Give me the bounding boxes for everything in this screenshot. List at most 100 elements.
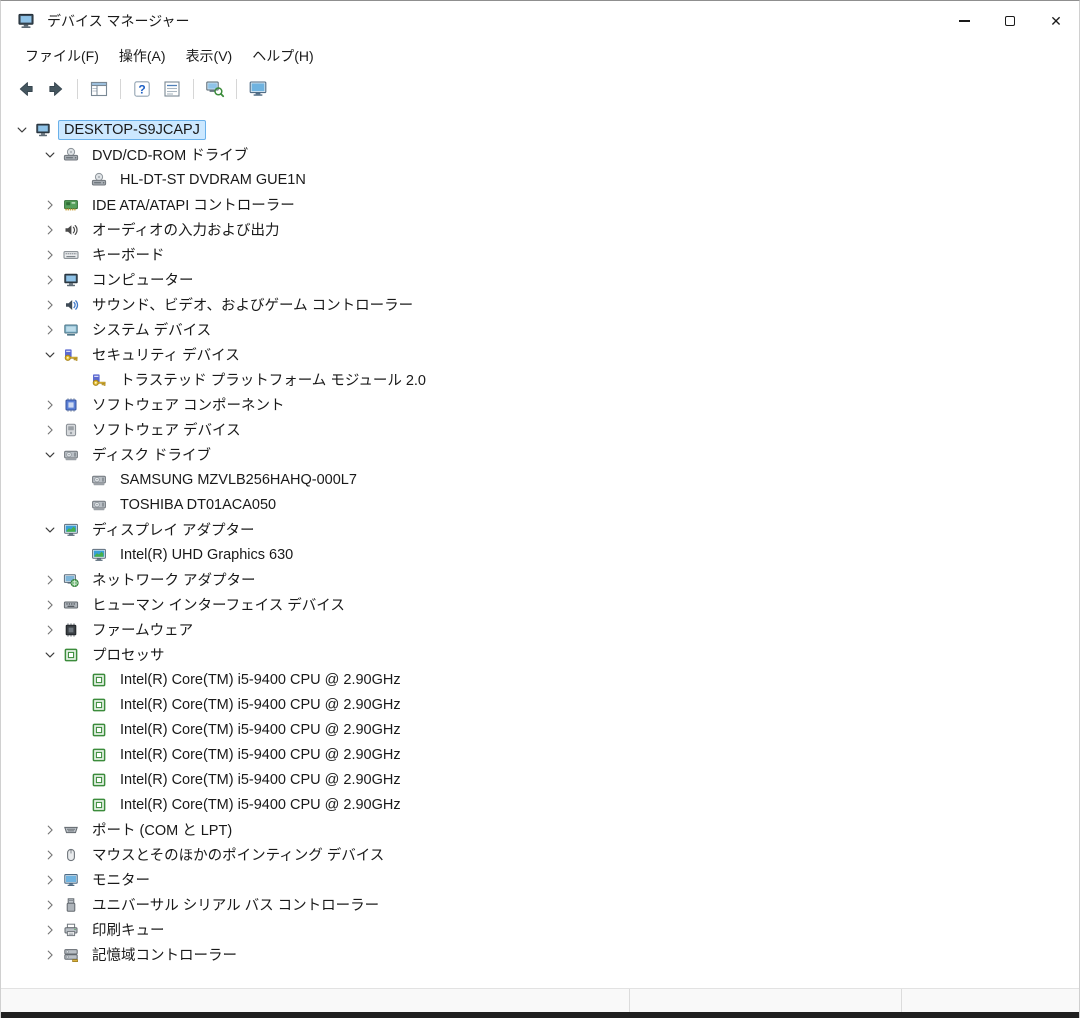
tree-row[interactable]: DESKTOP-S9JCAPJ <box>1 117 1079 142</box>
chevron-right-icon[interactable] <box>37 317 63 342</box>
tree-row[interactable]: モニター <box>1 867 1079 892</box>
back-button[interactable] <box>11 75 41 103</box>
chevron-spacer <box>65 717 91 742</box>
menu-file[interactable]: ファイル(F) <box>15 42 109 70</box>
scan-hardware-button[interactable] <box>200 75 230 103</box>
usb-icon <box>63 892 86 917</box>
tree-row[interactable]: オーディオの入力および出力 <box>1 217 1079 242</box>
tree-row[interactable]: ヒューマン インターフェイス デバイス <box>1 592 1079 617</box>
tree-row[interactable]: Intel(R) Core(TM) i5-9400 CPU @ 2.90GHz <box>1 767 1079 792</box>
tree-row[interactable]: SAMSUNG MZVLB256HAHQ-000L7 <box>1 467 1079 492</box>
chevron-right-icon[interactable] <box>37 617 63 642</box>
tree-node-label: HL-DT-ST DVDRAM GUE1N <box>114 170 312 190</box>
processor-icon <box>91 767 114 792</box>
tree-row[interactable]: システム デバイス <box>1 317 1079 342</box>
tree-node-label: ソフトウェア デバイス <box>86 417 247 442</box>
chevron-right-icon[interactable] <box>37 592 63 617</box>
tree-row[interactable]: Intel(R) Core(TM) i5-9400 CPU @ 2.90GHz <box>1 692 1079 717</box>
dvd-icon <box>63 142 86 167</box>
tree-row[interactable]: プロセッサ <box>1 642 1079 667</box>
titlebar: デバイス マネージャー ✕ <box>1 1 1079 41</box>
chevron-right-icon[interactable] <box>37 392 63 417</box>
close-button[interactable]: ✕ <box>1033 1 1079 41</box>
chevron-down-icon[interactable] <box>37 517 63 542</box>
chevron-down-icon[interactable] <box>9 117 35 142</box>
toolbar: ? <box>1 71 1079 107</box>
computer-view-button[interactable] <box>243 75 273 103</box>
tree-node-label: ディスプレイ アダプター <box>86 517 261 542</box>
chevron-right-icon[interactable] <box>37 942 63 967</box>
minimize-button[interactable] <box>941 1 987 41</box>
console-tree-button[interactable] <box>84 75 114 103</box>
statusbar-section-1 <box>1 989 629 1012</box>
menu-view[interactable]: 表示(V) <box>176 42 243 70</box>
chevron-spacer <box>65 542 91 567</box>
tree-row[interactable]: IDE ATA/ATAPI コントローラー <box>1 192 1079 217</box>
disk-icon <box>63 442 86 467</box>
chevron-spacer <box>65 692 91 717</box>
tree-node-label: ポート (COM と LPT) <box>86 817 238 842</box>
tree-row[interactable]: トラステッド プラットフォーム モジュール 2.0 <box>1 367 1079 392</box>
tree-row[interactable]: ソフトウェア デバイス <box>1 417 1079 442</box>
tree-row[interactable]: Intel(R) Core(TM) i5-9400 CPU @ 2.90GHz <box>1 742 1079 767</box>
maximize-button[interactable] <box>987 1 1033 41</box>
chevron-right-icon[interactable] <box>37 292 63 317</box>
tree-row[interactable]: DVD/CD-ROM ドライブ <box>1 142 1079 167</box>
computer-view-icon <box>248 79 268 99</box>
chevron-down-icon[interactable] <box>37 642 63 667</box>
tree-row[interactable]: 印刷キュー <box>1 917 1079 942</box>
tree-row[interactable]: Intel(R) UHD Graphics 630 <box>1 542 1079 567</box>
chevron-right-icon[interactable] <box>37 917 63 942</box>
chevron-right-icon[interactable] <box>37 567 63 592</box>
tree-row[interactable]: Intel(R) Core(TM) i5-9400 CPU @ 2.90GHz <box>1 717 1079 742</box>
tree-row[interactable]: Intel(R) Core(TM) i5-9400 CPU @ 2.90GHz <box>1 667 1079 692</box>
chevron-right-icon[interactable] <box>37 417 63 442</box>
tree-row[interactable]: キーボード <box>1 242 1079 267</box>
chevron-right-icon[interactable] <box>37 192 63 217</box>
tree-row[interactable]: ファームウェア <box>1 617 1079 642</box>
chevron-right-icon[interactable] <box>37 267 63 292</box>
tree-row[interactable]: ネットワーク アダプター <box>1 567 1079 592</box>
tree-row[interactable]: ソフトウェア コンポーネント <box>1 392 1079 417</box>
tree-row[interactable]: コンピューター <box>1 267 1079 292</box>
tree-row[interactable]: HL-DT-ST DVDRAM GUE1N <box>1 167 1079 192</box>
print-icon <box>63 917 86 942</box>
tree-node-label: SAMSUNG MZVLB256HAHQ-000L7 <box>114 470 363 490</box>
processor-icon <box>91 742 114 767</box>
chevron-right-icon[interactable] <box>37 867 63 892</box>
tree-node-label: オーディオの入力および出力 <box>86 217 285 242</box>
tree-node-label: Intel(R) Core(TM) i5-9400 CPU @ 2.90GHz <box>114 795 407 815</box>
menu-action[interactable]: 操作(A) <box>109 42 176 70</box>
help-button[interactable]: ? <box>127 75 157 103</box>
tree-node-label: キーボード <box>86 242 171 267</box>
tree-row[interactable]: ポート (COM と LPT) <box>1 817 1079 842</box>
tree-row[interactable]: サウンド、ビデオ、およびゲーム コントローラー <box>1 292 1079 317</box>
computer-icon <box>63 267 86 292</box>
tree-row[interactable]: ディスク ドライブ <box>1 442 1079 467</box>
tree-row[interactable]: マウスとそのほかのポインティング デバイス <box>1 842 1079 867</box>
chevron-down-icon[interactable] <box>37 442 63 467</box>
chevron-right-icon[interactable] <box>37 817 63 842</box>
tree-node-label: Intel(R) Core(TM) i5-9400 CPU @ 2.90GHz <box>114 695 407 715</box>
chevron-right-icon[interactable] <box>37 217 63 242</box>
chevron-down-icon[interactable] <box>37 142 63 167</box>
device-manager-window: デバイス マネージャー ✕ ファイル(F) 操作(A) 表示(V) ヘルプ(H)… <box>0 0 1080 1018</box>
menu-help[interactable]: ヘルプ(H) <box>242 42 323 70</box>
tree-row[interactable]: 記憶域コントローラー <box>1 942 1079 967</box>
properties-button[interactable] <box>157 75 187 103</box>
toolbar-separator <box>193 79 194 99</box>
tree-row[interactable]: Intel(R) Core(TM) i5-9400 CPU @ 2.90GHz <box>1 792 1079 817</box>
chevron-down-icon[interactable] <box>37 342 63 367</box>
tree-row[interactable]: ユニバーサル シリアル バス コントローラー <box>1 892 1079 917</box>
tree-node-label: ネットワーク アダプター <box>86 567 262 592</box>
tree-row[interactable]: セキュリティ デバイス <box>1 342 1079 367</box>
tree-node-label: Intel(R) Core(TM) i5-9400 CPU @ 2.90GHz <box>114 770 407 790</box>
tree-row[interactable]: TOSHIBA DT01ACA050 <box>1 492 1079 517</box>
chevron-right-icon[interactable] <box>37 242 63 267</box>
chevron-right-icon[interactable] <box>37 842 63 867</box>
close-icon: ✕ <box>1050 14 1062 28</box>
tree-row[interactable]: ディスプレイ アダプター <box>1 517 1079 542</box>
menubar: ファイル(F) 操作(A) 表示(V) ヘルプ(H) <box>1 41 1079 71</box>
forward-button[interactable] <box>41 75 71 103</box>
chevron-right-icon[interactable] <box>37 892 63 917</box>
